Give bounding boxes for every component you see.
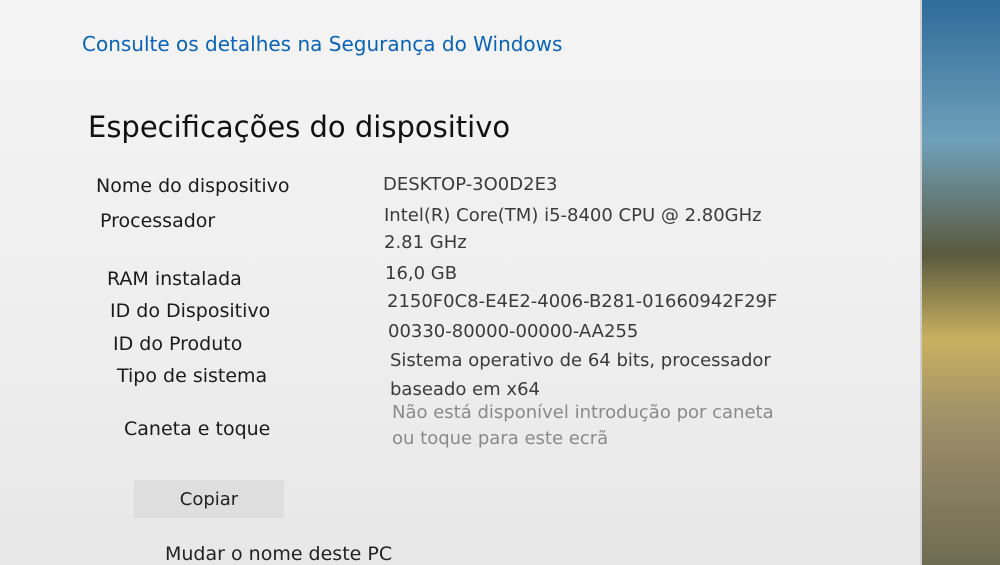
rename-pc-link[interactable]: Mudar o nome deste PC [165,543,392,565]
spec-value: 16,0 GB [385,263,458,284]
spec-value: Sistema operativo de 64 bits, processado… [390,350,771,371]
spec-label: ID do Produto [113,333,243,355]
spec-label: Nome do dispositivo [96,175,290,197]
spec-label: Processador [100,210,216,232]
settings-window: Consulte os detalhes na Segurança do Win… [0,0,922,565]
spec-label: Tipo de sistema [117,365,268,387]
spec-value-line2: 2.81 GHz [384,232,467,253]
spec-value: Não está disponível introdução por canet… [392,402,774,423]
copy-button[interactable]: Copiar [134,480,284,518]
spec-label: ID do Dispositivo [110,300,271,322]
spec-value-line2: baseado em x64 [390,379,540,400]
spec-value: 2150F0C8-E4E2-4006-B281-01660942F29F [387,291,778,312]
spec-value: DESKTOP-3O0D2E3 [383,174,558,195]
spec-value: 00330-80000-00000-AA255 [388,321,639,342]
spec-value-line2: ou toque para este ecrã [392,428,609,449]
spec-label: Caneta e toque [124,418,271,440]
spec-value: Intel(R) Core(TM) i5-8400 CPU @ 2.80GHz [384,205,762,226]
spec-label: RAM instalada [107,268,242,290]
